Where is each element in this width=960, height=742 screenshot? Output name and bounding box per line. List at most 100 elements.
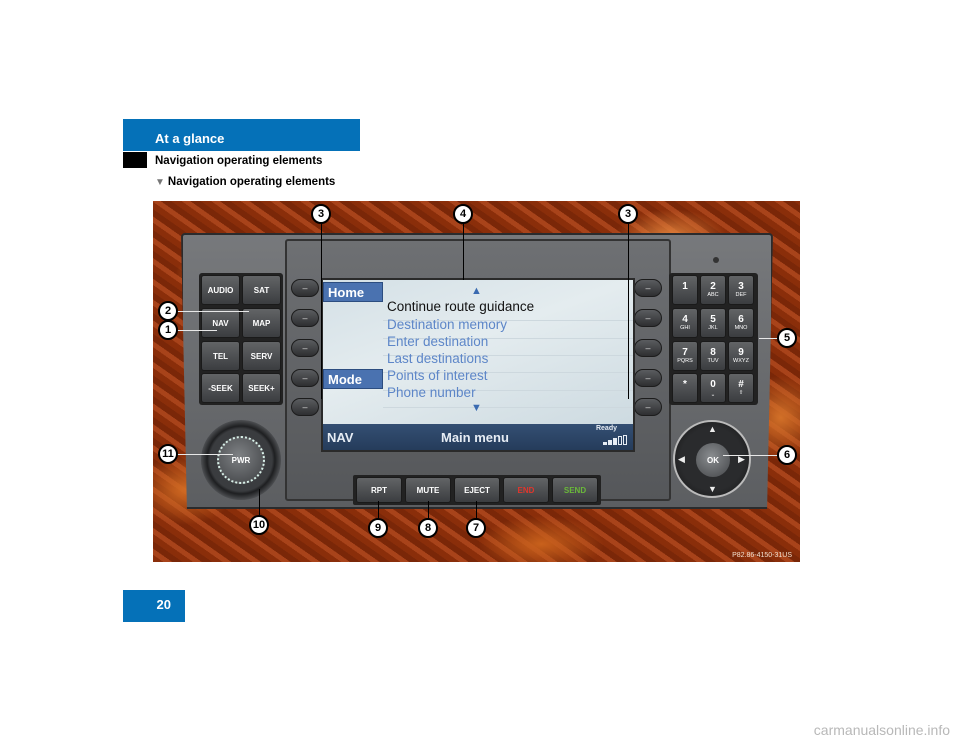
key-star[interactable]: * <box>672 373 698 403</box>
leader-line <box>378 501 379 519</box>
scroll-down-icon: ▼ <box>471 402 482 414</box>
key-7[interactable]: 7 PQRS <box>672 341 698 371</box>
key-digit: 6 <box>738 314 744 325</box>
soft-key-right-5[interactable]: – <box>634 398 662 416</box>
key-9[interactable]: 9 WXYZ <box>728 341 754 371</box>
function-button-block: AUDIO SAT NAV MAP TEL SERV -SEEK SEEK+ <box>199 273 283 405</box>
key-digit: 9 <box>738 347 744 358</box>
power-button[interactable]: PWR <box>217 436 265 484</box>
arrow-down-icon[interactable]: ▼ <box>708 484 717 494</box>
indicator-led <box>713 257 719 263</box>
seek-down-button[interactable]: -SEEK <box>201 373 240 403</box>
section-marker-block <box>123 152 147 168</box>
leader-line <box>759 338 779 339</box>
key-digit: 4 <box>682 314 688 325</box>
status-bar: NAV Main menu Ready <box>323 424 633 450</box>
key-5[interactable]: 5 JKL <box>700 308 726 338</box>
callout-3-right: 3 <box>618 204 638 224</box>
map-button[interactable]: MAP <box>242 308 281 338</box>
volume-knob[interactable]: PWR <box>201 420 281 500</box>
callout-9: 9 <box>368 518 388 538</box>
joystick-controller[interactable]: ▲ ▼ ◀ ▶ OK <box>673 420 751 498</box>
soft-key-left-4[interactable]: – <box>291 369 319 387</box>
key-letters: PQRS <box>677 358 693 364</box>
image-code: P82.86-4150-31US <box>732 552 792 559</box>
key-2[interactable]: 2 ABC <box>700 275 726 305</box>
soft-key-right-3[interactable]: – <box>634 339 662 357</box>
leader-line <box>177 454 233 455</box>
mute-button[interactable]: MUTE <box>405 477 451 503</box>
subsection-title-text: Navigation operating elements <box>167 176 336 188</box>
audio-button[interactable]: AUDIO <box>201 275 240 305</box>
phone-keypad: 1 2 ABC 3 DEF 4 GHI 5 JKL 6 MNO 7 PQRS 8 TUV 9W… <box>669 273 758 405</box>
key-letters: MNO <box>734 325 748 331</box>
row-divider <box>383 407 633 408</box>
key-digit: * <box>683 379 687 390</box>
key-6[interactable]: 6 MNO <box>728 308 754 338</box>
mode-tab[interactable]: Mode <box>323 369 383 389</box>
leader-line <box>628 223 629 399</box>
soft-key-left-1[interactable]: – <box>291 279 319 297</box>
key-digit: 5 <box>710 314 716 325</box>
callout-5: 5 <box>777 328 797 348</box>
menu-item-enter-destination[interactable]: Enter destination <box>387 334 488 349</box>
end-call-button[interactable]: END <box>503 477 549 503</box>
serv-button[interactable]: SERV <box>242 341 281 371</box>
leader-line <box>321 223 322 399</box>
key-3[interactable]: 3 DEF <box>728 275 754 305</box>
key-0[interactable]: 0 ⎵ <box>700 373 726 403</box>
navigation-display: Home Mode ▲ Continue route guidance Dest… <box>321 278 635 452</box>
key-letters: WXYZ <box>733 358 749 364</box>
signal-bar <box>603 442 607 445</box>
key-letters: TUV <box>707 358 719 364</box>
home-tab[interactable]: Home <box>323 282 383 302</box>
ok-button[interactable]: OK <box>696 443 730 477</box>
signal-bar <box>613 438 617 445</box>
send-call-button[interactable]: SEND <box>552 477 598 503</box>
leader-line <box>476 501 477 519</box>
menu-item-points-of-interest[interactable]: Points of interest <box>387 368 488 383</box>
key-8[interactable]: 8 TUV <box>700 341 726 371</box>
status-mode: NAV <box>327 430 354 445</box>
status-ready: Ready <box>595 425 617 432</box>
menu-item-phone-number[interactable]: Phone number <box>387 385 476 400</box>
tel-button[interactable]: TEL <box>201 341 240 371</box>
key-hash[interactable]: # ⇧ <box>728 373 754 403</box>
key-1[interactable]: 1 <box>672 275 698 305</box>
bottom-button-row: RPT MUTE EJECT END SEND <box>353 475 601 505</box>
key-4[interactable]: 4 GHI <box>672 308 698 338</box>
menu-item-last-destinations[interactable]: Last destinations <box>387 351 488 366</box>
menu-item-destination-memory[interactable]: Destination memory <box>387 317 507 332</box>
head-unit-photo: AUDIO SAT NAV MAP TEL SERV -SEEK SEEK+ –… <box>153 201 800 562</box>
sat-button[interactable]: SAT <box>242 275 281 305</box>
soft-key-right-4[interactable]: – <box>634 369 662 387</box>
leader-line <box>463 223 464 280</box>
subsection-title: ▼ Navigation operating elements <box>155 176 335 188</box>
status-title: Main menu <box>441 430 509 445</box>
menu-item-continue-route-guidance[interactable]: Continue route guidance <box>387 299 534 314</box>
key-digit: 0 <box>710 379 716 390</box>
nav-button[interactable]: NAV <box>201 308 240 338</box>
eject-button[interactable]: EJECT <box>454 477 500 503</box>
leader-line <box>428 501 429 519</box>
signal-bar <box>623 435 627 445</box>
key-letters: GHI <box>680 325 690 331</box>
soft-key-right-1[interactable]: – <box>634 279 662 297</box>
seek-up-button[interactable]: SEEK+ <box>242 373 281 403</box>
soft-key-right-2[interactable]: – <box>634 309 662 327</box>
arrow-up-icon[interactable]: ▲ <box>708 424 717 434</box>
arrow-left-icon[interactable]: ◀ <box>678 454 685 465</box>
soft-key-left-2[interactable]: – <box>291 309 319 327</box>
shift-icon: ⇧ <box>738 390 744 396</box>
leader-line <box>177 330 217 331</box>
soft-key-left-3[interactable]: – <box>291 339 319 357</box>
callout-2: 2 <box>158 301 178 321</box>
space-icon: ⎵ <box>711 390 715 396</box>
soft-key-left-5[interactable]: – <box>291 398 319 416</box>
key-digit: 8 <box>710 347 716 358</box>
section-title: Navigation operating elements <box>155 155 323 167</box>
callout-6: 6 <box>777 445 797 465</box>
rpt-button[interactable]: RPT <box>356 477 402 503</box>
signal-bar <box>618 436 622 445</box>
callout-10: 10 <box>249 515 269 535</box>
